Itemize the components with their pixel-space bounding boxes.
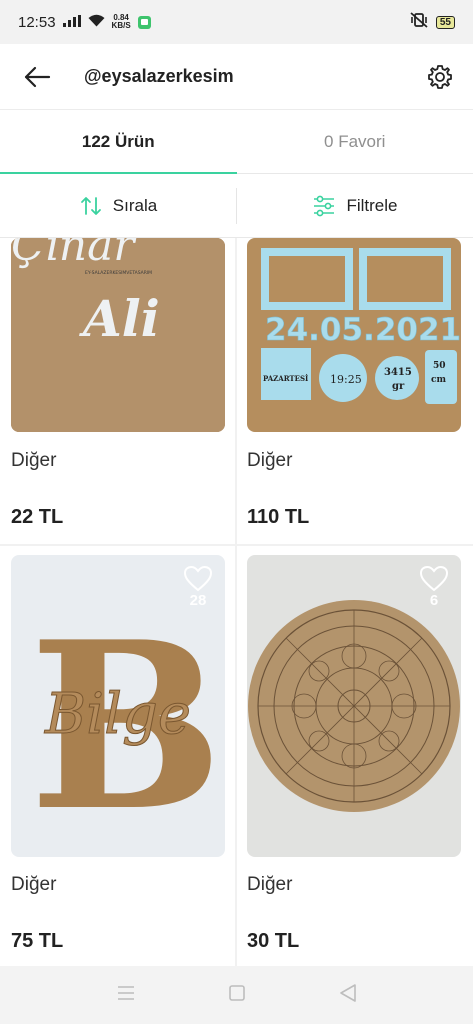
app-header: @eysalazerkesim [0,44,473,110]
favorite-count: 28 [189,592,207,609]
sort-arrows-icon [80,196,101,215]
vibrate-mute-icon [410,12,428,32]
tab-favorites[interactable]: 0 Favori [237,110,473,173]
product-category: Diğer [11,450,57,471]
product-category: Diğer [247,874,293,895]
product-image-text: 24.05.2021 [265,312,461,348]
product-image-text: Bilge [44,682,191,747]
product-image-text: Çınar [11,238,137,271]
notification-app-icon [137,15,151,29]
product-grid: Çınar EY-SALAZERKESIMVETASARIM Ali Diğer… [0,238,473,966]
netspeed-indicator: 0.84 KB/S [112,14,131,30]
product-image-watermark: EY-SALAZERKESIMVETASARIM [85,270,152,276]
product-image-text: 19:25 [330,373,362,386]
product-price: 30 TL [247,930,300,952]
heart-icon [183,565,213,592]
product-image-text: 3415 [384,367,412,378]
product-image-text: cm [431,375,446,385]
profile-tabs: 122 Ürün 0 Favori [0,110,473,174]
sort-label: Sırala [112,195,158,215]
status-bar: 12:53 0.84 KB/S 55 [0,0,473,44]
product-image-text: Ali [79,289,160,348]
tab-products[interactable]: 122 Ürün [0,110,237,174]
product-category: Diğer [11,874,57,895]
product-card[interactable]: B Bilge 28 Diğer 75 TL [0,546,235,966]
back-triangle-icon[interactable] [340,983,356,1007]
settings-button[interactable] [407,44,473,110]
product-category: Diğer [247,450,293,471]
back-button[interactable] [0,44,74,110]
product-image: Çınar EY-SALAZERKESIMVETASARIM Ali [11,238,225,432]
product-image: 6 [247,555,461,857]
product-price: 22 TL [11,506,64,528]
heart-icon [419,565,449,592]
product-image: B Bilge 28 [11,555,225,857]
menu-icon[interactable] [117,985,135,1006]
filter-sliders-icon [314,195,335,216]
product-image-text: gr [392,381,405,392]
product-card[interactable]: Çınar EY-SALAZERKESIMVETASARIM Ali Diğer… [0,238,235,544]
sort-button[interactable]: Sırala [0,174,236,238]
wifi-icon [88,14,105,31]
netspeed-unit: KB/S [111,21,131,30]
gear-icon [428,64,452,89]
favorite-count: 6 [429,592,439,609]
battery-indicator: 55 [435,15,455,29]
product-card[interactable]: 24.05.2021 PAZARTESİ 19:25 3415 gr 50 cm… [237,238,473,544]
filter-label: Filtrele [346,195,398,215]
system-nav-bar [0,966,473,1024]
page-title: @eysalazerkesim [84,66,234,86]
favorite-button[interactable]: 28 [183,565,213,609]
product-image-text: 50 [433,361,446,371]
home-icon[interactable] [229,984,246,1006]
filter-button[interactable]: Filtrele [237,174,473,238]
signal-icon [62,14,81,31]
arrow-left-icon [24,66,51,87]
favorite-button[interactable]: 6 [419,565,449,609]
product-image: 24.05.2021 PAZARTESİ 19:25 3415 gr 50 cm [247,238,461,432]
product-price: 75 TL [11,930,64,952]
sort-filter-bar: Sırala Filtrele [0,174,473,238]
product-image-text: PAZARTESİ [263,374,308,383]
status-time: 12:53 [18,13,56,31]
product-price: 110 TL [247,506,310,528]
product-card[interactable]: 6 Diğer 30 TL [237,546,473,966]
